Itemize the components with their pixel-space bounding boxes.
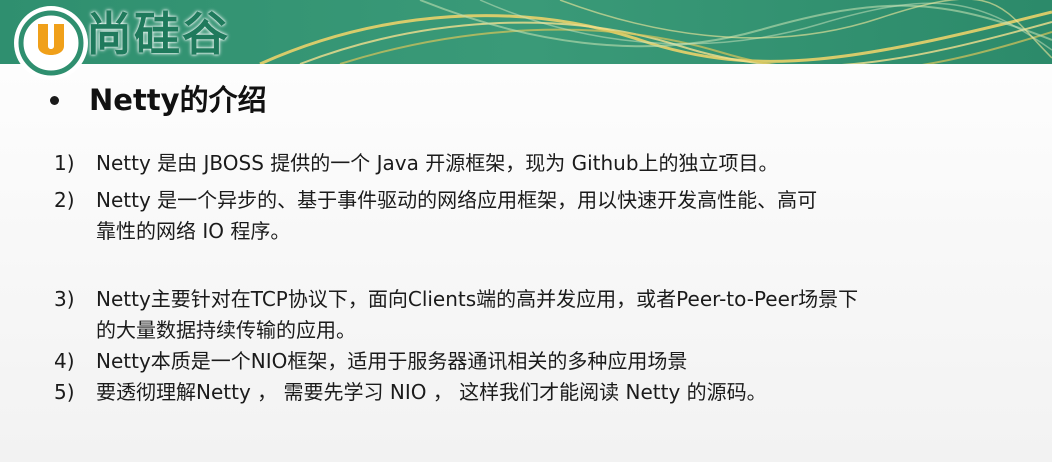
item-line: Netty本质是一个NIO框架，适用于服务器通讯相关的多种应用场景 (96, 349, 688, 373)
item-text: Netty本质是一个NIO框架，适用于服务器通讯相关的多种应用场景 (96, 346, 1046, 377)
item-number: 3) (54, 287, 75, 311)
item-number: 4) (54, 349, 75, 373)
item-number: 1) (54, 151, 75, 175)
item-text: Netty主要针对在TCP协议下，面向Clients端的高并发应用，或者Peer… (96, 284, 1046, 346)
item-number: 5) (54, 380, 75, 404)
item-text: Netty 是一个异步的、基于事件驱动的网络应用框架，用以快速开发高性能、高可 … (96, 185, 1046, 247)
item-line: Netty 是由 JBOSS 提供的一个 Java 开源框架，现为 Github… (96, 151, 779, 175)
brand-logo: 尚硅谷 (6, 2, 296, 78)
brand-name: 尚硅谷 (86, 7, 230, 61)
item-line: 的大量数据持续传输的应用。 (96, 318, 356, 342)
logo-u-icon (18, 10, 84, 76)
item-text: Netty 是由 JBOSS 提供的一个 Java 开源框架，现为 Github… (96, 148, 1046, 179)
slide-title-row: Netty的介绍 (50, 74, 267, 122)
item-line: 靠性的网络 IO 程序。 (96, 219, 291, 243)
logo-badge (16, 8, 86, 78)
item-line: 要透彻理解Netty ， 需要先学习 NIO ， 这样我们才能阅读 Netty … (96, 380, 767, 404)
bullet-dot-icon (50, 95, 59, 105)
slide: 尚硅谷 Netty的介绍 1) Netty 是由 JBOSS 提供的一个 Jav… (0, 0, 1052, 462)
item-text: 要透彻理解Netty ， 需要先学习 NIO ， 这样我们才能阅读 Netty … (96, 377, 1046, 408)
item-line: Netty主要针对在TCP协议下，面向Clients端的高并发应用，或者Peer… (96, 287, 859, 311)
item-number: 2) (54, 188, 75, 212)
item-line: Netty 是一个异步的、基于事件驱动的网络应用框架，用以快速开发高性能、高可 (96, 188, 818, 212)
slide-title: Netty的介绍 (89, 83, 267, 117)
